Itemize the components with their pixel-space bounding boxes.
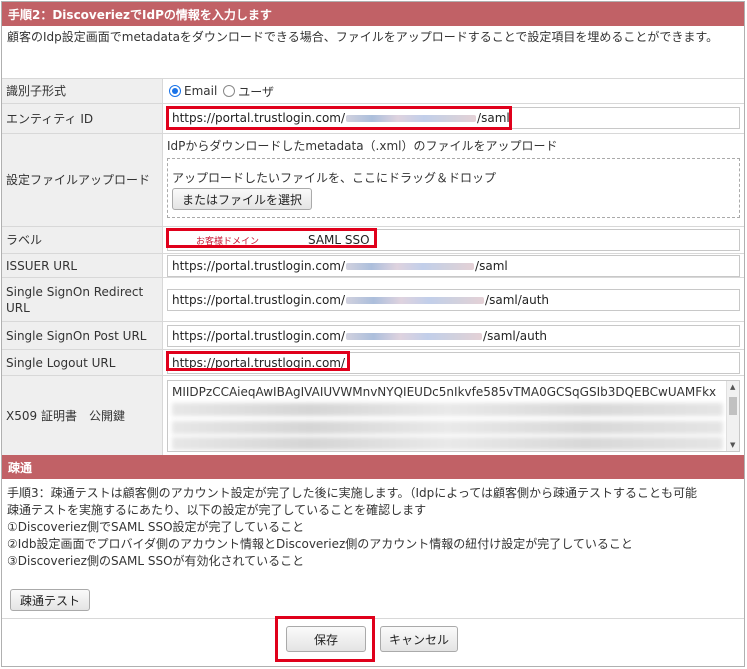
x509-row: X509 証明書 公開鍵 MIIDPzCCAieqAwIBAgIVAIUVWMn… bbox=[2, 375, 744, 455]
step2-header: 手順2：DiscoveriezでIdPの情報を入力します bbox=[2, 2, 744, 26]
x509-label: X509 証明書 公開鍵 bbox=[2, 376, 163, 455]
footer-divider bbox=[2, 618, 744, 619]
redacted-segment bbox=[346, 296, 485, 304]
label-value: SAML SSO bbox=[308, 233, 370, 247]
save-button[interactable]: 保存 bbox=[286, 626, 366, 652]
sso-post-label: Single SignOn Post URL bbox=[2, 322, 163, 349]
slo-input[interactable]: https://portal.trustlogin.com/ bbox=[167, 352, 740, 374]
scroll-up-icon[interactable]: ▲ bbox=[730, 383, 735, 391]
id-format-email-radio[interactable]: Email bbox=[169, 84, 217, 98]
scroll-thumb[interactable] bbox=[729, 397, 737, 415]
connectivity-line-2: 疎通テストを実施するにあたり、以下の設定が完了していることを確認します bbox=[7, 503, 427, 517]
entity-id-prefix: https://portal.trustlogin.com/ bbox=[172, 111, 346, 125]
slo-row: Single Logout URL https://portal.trustlo… bbox=[2, 349, 744, 375]
id-format-user-label: ユーザ bbox=[238, 84, 275, 99]
scroll-down-icon[interactable]: ▼ bbox=[730, 441, 735, 449]
connectivity-header: 疎通 bbox=[2, 455, 744, 479]
connectivity-line-3: ①Discoveriez側でSAML SSO設定が完了していること bbox=[7, 520, 305, 534]
entity-id-suffix: /saml bbox=[477, 111, 510, 125]
sso-post-prefix: https://portal.trustlogin.com/ bbox=[172, 329, 346, 343]
radio-unselected-icon bbox=[223, 85, 236, 97]
sso-redirect-row: Single SignOn Redirect URL https://porta… bbox=[2, 277, 744, 321]
sso-redirect-input[interactable]: https://portal.trustlogin.com/ /saml/aut… bbox=[167, 289, 740, 311]
connectivity-line-4: ②Idb設定画面でプロバイダ側のアカウント情報とDiscoveriez側のアカウ… bbox=[7, 537, 633, 551]
issuer-url-suffix: /saml bbox=[475, 259, 508, 273]
sso-post-row: Single SignOn Post URL https://portal.tr… bbox=[2, 321, 744, 349]
upload-row: 設定ファイルアップロード IdPからダウンロードしたmetadata（.xml）… bbox=[2, 133, 744, 226]
id-format-label: 識別子形式 bbox=[2, 79, 163, 103]
file-dropzone[interactable]: アップロードしたいファイルを、ここにドラッグ＆ドロップ またはファイルを選択 bbox=[167, 158, 740, 218]
entity-id-row: エンティティ ID https://portal.trustlogin.com/… bbox=[2, 103, 744, 133]
step2-description: 顧客のIdp設定画面でmetadataをダウンロードできる場合、ファイルをアップ… bbox=[7, 30, 719, 44]
entity-id-input[interactable]: https://portal.trustlogin.com/ /saml bbox=[167, 107, 740, 129]
label-annotation: お客様ドメイン bbox=[196, 237, 260, 247]
redacted-line bbox=[172, 403, 723, 416]
slo-value: https://portal.trustlogin.com/ bbox=[172, 356, 346, 370]
x509-value: MIIDPzCCAieqAwIBAgIVAIUVWMnvNYQIEUDc5nIk… bbox=[172, 385, 717, 399]
sso-redirect-prefix: https://portal.trustlogin.com/ bbox=[172, 293, 346, 307]
sso-redirect-suffix: /saml/auth bbox=[485, 293, 550, 307]
radio-selected-icon bbox=[169, 85, 181, 97]
issuer-url-label: ISSUER URL bbox=[2, 254, 163, 277]
connectivity-line-1: 手順3：疎通テストは顧客側のアカウント設定が完了した後に実施します。（Idpによ… bbox=[7, 486, 698, 500]
label-input[interactable]: お客様ドメイン SAML SSO bbox=[167, 229, 740, 251]
redacted-line bbox=[172, 437, 723, 450]
redacted-segment bbox=[346, 332, 483, 340]
slo-label: Single Logout URL bbox=[2, 350, 163, 375]
label-row: ラベル お客様ドメイン SAML SSO bbox=[2, 226, 744, 253]
x509-scrollbar[interactable]: ▲ ▼ bbox=[726, 381, 739, 451]
upload-label: 設定ファイルアップロード bbox=[2, 134, 163, 226]
id-format-email-label: Email bbox=[184, 84, 218, 98]
idp-settings-panel: 手順2：DiscoveriezでIdPの情報を入力します 顧客のIdp設定画面で… bbox=[1, 1, 745, 667]
id-format-row: 識別子形式 Email ユーザ bbox=[2, 78, 744, 103]
redacted-segment bbox=[346, 114, 477, 122]
cancel-button[interactable]: キャンセル bbox=[380, 626, 458, 652]
upload-hint: IdPからダウンロードしたmetadata（.xml）のファイルをアップロード bbox=[167, 139, 558, 153]
sso-redirect-label: Single SignOn Redirect URL bbox=[2, 278, 163, 321]
x509-textarea[interactable]: MIIDPzCCAieqAwIBAgIVAIUVWMnvNYQIEUDc5nIk… bbox=[167, 380, 740, 452]
redacted-segment bbox=[346, 262, 475, 270]
sso-post-input[interactable]: https://portal.trustlogin.com/ /saml/aut… bbox=[167, 325, 740, 347]
issuer-url-input[interactable]: https://portal.trustlogin.com/ /saml bbox=[167, 255, 740, 277]
issuer-url-prefix: https://portal.trustlogin.com/ bbox=[172, 259, 346, 273]
connectivity-line-5: ③Discoveriez側のSAML SSOが有効化されていること bbox=[7, 554, 305, 568]
connectivity-test-button[interactable]: 疎通テスト bbox=[10, 589, 90, 611]
select-file-button[interactable]: またはファイルを選択 bbox=[172, 188, 312, 210]
redacted-line bbox=[172, 421, 723, 434]
id-format-user-radio[interactable]: ユーザ bbox=[223, 83, 274, 100]
label-field-label: ラベル bbox=[2, 227, 163, 253]
issuer-url-row: ISSUER URL https://portal.trustlogin.com… bbox=[2, 253, 744, 277]
sso-post-suffix: /saml/auth bbox=[483, 329, 548, 343]
entity-id-label: エンティティ ID bbox=[2, 104, 163, 133]
dropzone-text: アップロードしたいファイルを、ここにドラッグ＆ドロップ bbox=[172, 171, 497, 185]
